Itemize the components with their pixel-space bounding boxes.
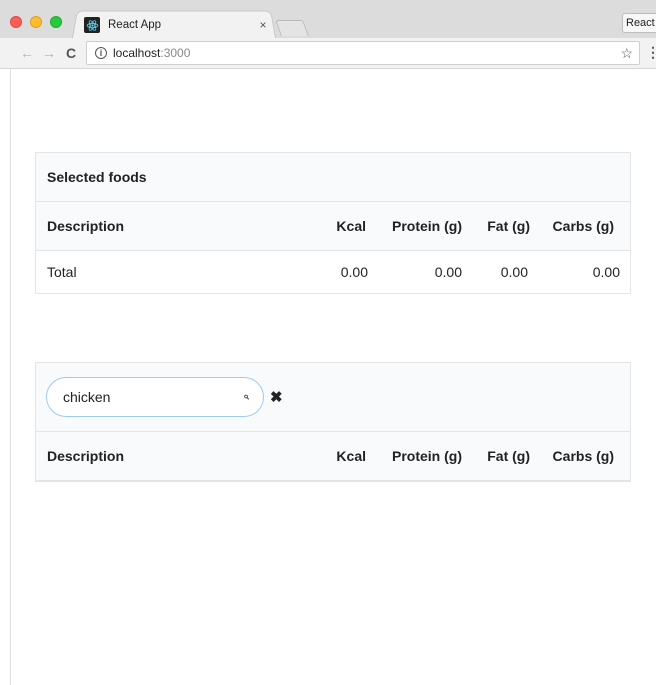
reload-icon[interactable]: C xyxy=(63,45,79,61)
column-header-kcal: Kcal xyxy=(310,431,370,481)
column-header-carbs: Carbs (g) xyxy=(536,201,630,251)
info-icon[interactable]: i xyxy=(95,47,107,59)
column-header-fat: Fat (g) xyxy=(466,431,536,481)
search-input[interactable] xyxy=(63,388,244,405)
total-row: Total 0.00 0.00 0.00 0.00 xyxy=(36,250,630,293)
food-search-table: ✖ Description Kcal Protein (g) Fat (g) C… xyxy=(36,363,630,481)
star-icon[interactable]: ☆ xyxy=(620,45,633,61)
profile-button[interactable]: React xyxy=(622,13,656,33)
back-icon[interactable]: ← xyxy=(19,45,35,61)
selected-foods-title-row: Selected foods xyxy=(36,153,630,202)
menu-icon[interactable]: ⋮ xyxy=(646,43,656,61)
url-text[interactable]: localhost:3000 xyxy=(113,46,190,60)
selected-foods-title: Selected foods xyxy=(36,153,630,202)
total-kcal: 0.00 xyxy=(340,263,368,280)
new-tab-button[interactable] xyxy=(275,20,309,36)
react-icon xyxy=(84,17,100,33)
url-port: :3000 xyxy=(160,46,191,60)
column-header-kcal: Kcal xyxy=(310,201,370,251)
search-cell: ✖ xyxy=(36,363,630,432)
search-row: ✖ xyxy=(36,363,630,432)
page-left-edge xyxy=(10,69,11,685)
tab-title: React App xyxy=(108,19,162,31)
address-bar[interactable]: i localhost:3000 ☆ xyxy=(86,41,640,65)
column-header-protein: Protein (g) xyxy=(370,201,466,251)
search-icon[interactable] xyxy=(244,390,249,404)
browser-chrome: React App × React ← → C i localhost:3000… xyxy=(0,0,656,69)
total-fat: 0.00 xyxy=(500,263,528,280)
forward-icon[interactable]: → xyxy=(41,45,57,61)
search-wrapper: ✖ xyxy=(46,376,630,417)
total-protein: 0.00 xyxy=(434,263,462,280)
search-box[interactable] xyxy=(46,376,264,417)
browser-toolbar: ← → C i localhost:3000 ☆ xyxy=(0,38,656,69)
minimize-window-button[interactable] xyxy=(30,16,42,28)
maximize-window-button[interactable] xyxy=(50,16,62,28)
total-label: Total xyxy=(47,263,77,280)
clear-search-icon[interactable]: ✖ xyxy=(270,388,283,406)
selected-foods-table: Selected foods Description Kcal Protein … xyxy=(36,153,630,293)
column-header-carbs: Carbs (g) xyxy=(536,431,630,481)
food-search-panel: ✖ Description Kcal Protein (g) Fat (g) C… xyxy=(35,362,631,482)
url-host: localhost xyxy=(113,46,161,60)
column-header-protein: Protein (g) xyxy=(370,431,466,481)
selected-foods-column-header-row: Description Kcal Protein (g) Fat (g) Car… xyxy=(36,201,630,251)
selected-foods-panel: Selected foods Description Kcal Protein … xyxy=(35,152,631,294)
tab-strip: React App × React xyxy=(0,0,656,39)
total-carbs: 0.00 xyxy=(592,263,620,280)
column-header-description: Description xyxy=(36,201,310,251)
close-window-button[interactable] xyxy=(10,16,22,28)
tab-close-icon[interactable]: × xyxy=(256,18,270,32)
column-header-description: Description xyxy=(36,431,310,481)
food-search-column-header-row: Description Kcal Protein (g) Fat (g) Car… xyxy=(36,431,630,481)
column-header-fat: Fat (g) xyxy=(466,201,536,251)
tab-react-app-content[interactable]: React App × xyxy=(84,14,274,36)
